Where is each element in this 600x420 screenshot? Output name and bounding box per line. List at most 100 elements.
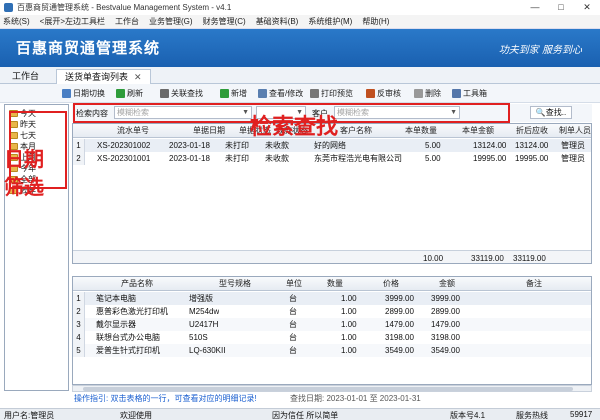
column-header[interactable]: 折后应收	[507, 124, 557, 138]
order-no: XS-202301001	[97, 154, 151, 163]
edit-icon	[258, 89, 267, 98]
column-header[interactable]: 单据日期	[181, 124, 237, 138]
menu-business[interactable]: 业务管理(G)	[149, 16, 193, 27]
toolbox-button[interactable]: 工具箱	[452, 87, 487, 100]
scrollbar-thumb[interactable]	[83, 387, 573, 391]
product-unit: 台	[289, 307, 297, 316]
tab-delivery-list[interactable]: 送货单查询列表 ✕	[56, 69, 151, 84]
column-header[interactable]: 产品名称	[85, 277, 189, 291]
order-amount: 13124.00	[473, 141, 507, 150]
refresh-button[interactable]: 刷新	[116, 87, 143, 100]
status-version: 版本号4.1	[450, 411, 486, 420]
product-qty: 1.00	[341, 346, 357, 355]
total-qty: 10.00	[423, 254, 444, 263]
menu-finance[interactable]: 财务管理(C)	[203, 16, 246, 27]
product-amount: 3999.00	[431, 294, 460, 303]
product-amount: 3198.00	[431, 333, 460, 342]
column-header[interactable]: 本单金额	[449, 124, 507, 138]
menu-maintenance[interactable]: 系统维护(M)	[308, 16, 352, 27]
toolbar: 日期切换 刷新 关联查找 新增 查看/修改 打印预览 反审核 删除 工具箱	[0, 84, 600, 103]
product-unit: 台	[289, 320, 297, 329]
column-header[interactable]: 本单数量	[393, 124, 449, 138]
table-row[interactable]: 1 笔记本电脑 增强版 台 1.00 3999.00 3999.00	[73, 292, 591, 305]
toolbar-label: 反审核	[377, 89, 401, 98]
product-price: 1479.00	[385, 320, 414, 329]
product-qty: 1.00	[341, 333, 357, 342]
close-button[interactable]: ✕	[574, 0, 600, 15]
table-row[interactable]: 1 XS-202301002 2023-01-18 未打印 未收款 好的网络 5…	[73, 139, 591, 152]
search-date-range: 查找日期: 2023-01-01 至 2023-01-31	[290, 394, 421, 403]
order-date: 2023-01-18	[169, 141, 210, 150]
unaudit-icon	[366, 89, 375, 98]
amount-due: 13124.00	[515, 141, 549, 150]
totals-row: 10.00 33119.00 33119.00	[73, 250, 591, 263]
table-row[interactable]: 2 惠普彩色激光打印机 M254dw 台 1.00 2899.00 2899.0…	[73, 305, 591, 318]
toolbar-label: 查看/修改	[269, 89, 304, 98]
close-tab-icon[interactable]: ✕	[134, 72, 142, 82]
menu-system[interactable]: 系统(S)	[3, 16, 30, 27]
order-status: 未打印	[225, 154, 249, 163]
date-switch-button[interactable]: 日期切换	[62, 87, 105, 100]
tab-workbench-label: 工作台	[12, 71, 40, 81]
app-icon	[4, 3, 13, 12]
delete-button[interactable]: 删除	[414, 87, 441, 100]
row-number: 1	[73, 139, 85, 152]
row-number: 3	[73, 318, 85, 331]
order-detail-table[interactable]: 产品名称 型号规格 单位 数量 价格 金额 备注 1 笔记本电脑 增强版 台 1…	[72, 276, 592, 385]
maximize-button[interactable]: □	[548, 0, 574, 15]
row-number: 2	[73, 152, 85, 165]
status-user: 用户名:管理员	[4, 411, 55, 420]
column-header[interactable]: 数量	[307, 277, 363, 291]
toolbar-label: 刷新	[127, 89, 143, 98]
toolbar-label: 打印预览	[321, 89, 353, 98]
menu-help[interactable]: 帮助(H)	[362, 16, 389, 27]
order-amount: 19995.00	[473, 154, 507, 163]
table-row[interactable]: 5 爱普生针式打印机 LQ-630KII 台 1.00 3549.00 3549…	[73, 344, 591, 357]
order-date: 2023-01-18	[169, 154, 210, 163]
status-service: 服务热线	[516, 411, 548, 420]
customer-name: 东莞市程浩光电有限公司	[314, 154, 402, 163]
delivery-order-table[interactable]: 流水单号 单据日期 单据状态 收款状态 客户名称 本单数量 本单金额 折后应收 …	[72, 123, 592, 264]
table-row[interactable]: 4 联想台式办公电脑 510S 台 1.00 3198.00 3198.00	[73, 331, 591, 344]
column-header[interactable]: 金额	[419, 277, 475, 291]
minimize-button[interactable]: —	[522, 0, 548, 15]
search-button-label: 查找..	[545, 108, 567, 117]
search-button[interactable]: 🔍查找..	[530, 106, 572, 119]
link-icon	[160, 89, 169, 98]
column-header[interactable]: 价格	[363, 277, 419, 291]
banner-title: 百惠商贸通管理系统	[16, 40, 161, 57]
menu-basic-data[interactable]: 基础资料(B)	[256, 16, 299, 27]
column-header[interactable]: 单位	[281, 277, 307, 291]
product-name: 笔记本电脑	[96, 294, 136, 303]
tab-workbench[interactable]: 工作台	[4, 69, 47, 84]
product-amount: 1479.00	[431, 320, 460, 329]
status-motto: 因为信任 所以简单	[272, 411, 339, 420]
menu-workbench[interactable]: 工作台	[115, 16, 139, 27]
menu-expand-toolbar[interactable]: <展开>左边工具栏	[40, 16, 105, 27]
print-preview-button[interactable]: 打印预览	[310, 87, 353, 100]
product-model: M254dw	[189, 307, 220, 316]
table-row[interactable]: 3 戴尔显示器 U2417H 台 1.00 1479.00 1479.00	[73, 318, 591, 331]
window-controls: — □ ✕	[522, 0, 600, 15]
add-button[interactable]: 新增	[220, 87, 247, 100]
view-edit-button[interactable]: 查看/修改	[258, 87, 303, 100]
row-number: 5	[73, 344, 85, 357]
app-banner: 百惠商贸通管理系统 功夫到家 服务到心	[0, 29, 600, 67]
hint-bar: 操作指引: 双击表格的一行，可查看对应的明细记录! 查找日期: 2023-01-…	[72, 393, 592, 404]
table-header: 产品名称 型号规格 单位 数量 价格 金额 备注	[73, 277, 591, 291]
row-number: 2	[73, 305, 85, 318]
column-header[interactable]: 流水单号	[85, 124, 181, 138]
product-model: 510S	[189, 333, 208, 342]
total-amount: 33119.00	[471, 254, 504, 263]
table-row[interactable]: 2 XS-202301001 2023-01-18 未打印 未收款 东莞市程浩光…	[73, 152, 591, 165]
refresh-icon	[116, 89, 125, 98]
column-header[interactable]: 制单人员	[557, 124, 591, 138]
search-annotation: 检索查找	[250, 114, 339, 139]
related-search-button[interactable]: 关联查找	[160, 87, 203, 100]
column-header[interactable]: 型号规格	[189, 277, 281, 291]
toolbar-label: 删除	[425, 89, 441, 98]
unaudit-button[interactable]: 反审核	[366, 87, 401, 100]
horizontal-scrollbar[interactable]	[72, 385, 592, 392]
column-header[interactable]: 备注	[475, 277, 591, 291]
order-qty: 5.00	[425, 154, 441, 163]
